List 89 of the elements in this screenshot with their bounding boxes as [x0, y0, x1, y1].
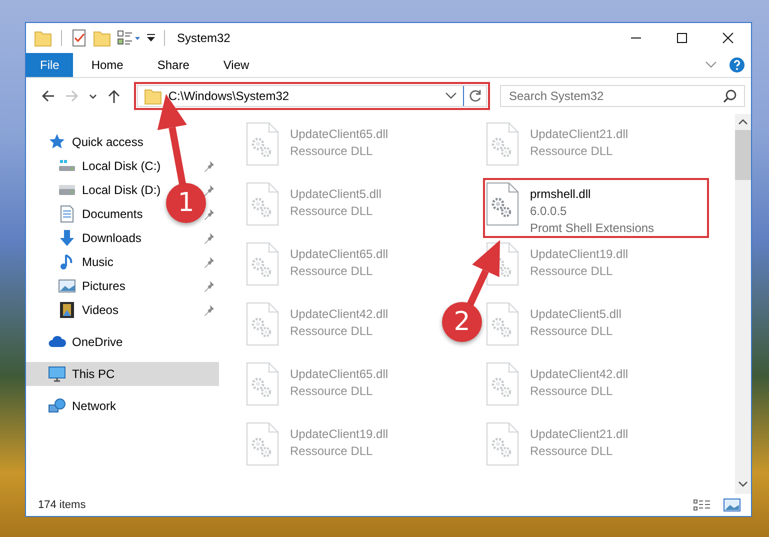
pin-icon[interactable] [203, 280, 215, 292]
window-title: System32 [177, 31, 230, 45]
pin-icon[interactable] [203, 208, 215, 220]
sidebar-item[interactable]: Music [26, 250, 219, 274]
settings-file-icon [486, 122, 520, 166]
file-name: prmshell.dll [530, 186, 592, 203]
sidebar-item[interactable]: Local Disk (C:) [26, 154, 219, 178]
pin-icon[interactable] [203, 256, 215, 268]
sidebar-item[interactable]: Downloads [26, 226, 219, 250]
large-icons-view-icon[interactable] [723, 498, 741, 512]
ribbon-tab[interactable]: Share [141, 53, 206, 77]
sidebar-item[interactable]: Videos [26, 298, 219, 322]
file-name: UpdateClient19.dll [290, 426, 388, 443]
file-detail: Ressource DLL [290, 263, 374, 280]
scrollbar[interactable] [735, 114, 751, 494]
caret-icon[interactable] [147, 34, 155, 42]
document-icon [58, 205, 76, 223]
folder-icon [144, 87, 162, 105]
maximize-icon [676, 32, 688, 44]
ribbon-tab[interactable]: Home [75, 53, 140, 77]
settings-file-icon [246, 422, 280, 466]
search-field[interactable]: Search System32 [500, 85, 745, 107]
file-detail: Ressource DLL [290, 203, 374, 220]
file-name: UpdateClient42.dll [530, 366, 628, 383]
settings-file-icon [486, 182, 520, 226]
file-name: UpdateClient65.dll [290, 246, 388, 263]
settings-file-icon [246, 302, 280, 346]
settings-file-icon [486, 422, 520, 466]
file-name: UpdateClient5.dll [290, 186, 382, 203]
item-count: 174 items [38, 499, 86, 511]
details-view-icon[interactable] [693, 498, 711, 512]
file-detail: Promt Shell Extensions [530, 220, 654, 237]
sidebar-item[interactable]: This PC [26, 362, 219, 386]
refresh-icon[interactable] [468, 89, 482, 103]
pin-icon[interactable] [203, 160, 215, 172]
file-detail: Ressource DLL [530, 143, 614, 160]
file-name: UpdateClient19.dll [530, 246, 628, 263]
pin-icon[interactable] [203, 184, 215, 196]
download-arrow-icon [58, 229, 76, 247]
pin-icon[interactable] [203, 304, 215, 316]
close-icon [722, 32, 734, 44]
file-name: UpdateClient65.dll [290, 366, 388, 383]
file-name: UpdateClient42.dll [290, 306, 388, 323]
help-icon[interactable] [729, 57, 745, 73]
file-detail: Ressource DLL [530, 383, 614, 400]
ribbon-tab[interactable]: View [207, 53, 266, 77]
file-detail: Ressource DLL [290, 143, 374, 160]
file-detail: Ressource DLL [290, 443, 374, 460]
settings-file-icon [246, 242, 280, 286]
sidebar-item[interactable]: Quick access [26, 130, 219, 154]
chevron-down-icon[interactable] [705, 61, 717, 69]
file-detail: Ressource DLL [530, 263, 614, 280]
file-detail: Ressource DLL [290, 323, 374, 340]
file-name: UpdateClient5.dll [530, 306, 622, 323]
annotation-arrow [466, 240, 500, 308]
search-icon[interactable] [723, 89, 737, 103]
scroll-up-icon[interactable] [738, 118, 748, 126]
back-arrow-icon [40, 88, 56, 104]
sidebar-item[interactable]: Pictures [26, 274, 219, 298]
layout-icon[interactable] [117, 30, 141, 46]
forward-arrow-icon [64, 88, 80, 104]
file-name: UpdateClient21.dll [530, 126, 628, 143]
file-name: UpdateClient21.dll [530, 426, 628, 443]
picture-icon [58, 277, 76, 295]
sidebar-item[interactable]: Network [26, 394, 219, 418]
address-field[interactable]: C:\Windows\System32 [137, 85, 487, 107]
settings-file-icon [246, 122, 280, 166]
settings-file-icon [486, 362, 520, 406]
scrollbar-thumb[interactable] [735, 130, 751, 180]
sidebar-item[interactable]: OneDrive [26, 330, 219, 354]
settings-file-icon [246, 362, 280, 406]
caret-icon [89, 94, 97, 98]
film-icon [58, 301, 76, 319]
file-detail: 6.0.0.5 [530, 203, 568, 220]
settings-file-icon [486, 302, 520, 346]
pin-icon[interactable] [203, 232, 215, 244]
dropdown-caret-icon[interactable] [445, 92, 457, 100]
file-detail: Ressource DLL [290, 383, 374, 400]
file-detail: Ressource DLL [530, 323, 614, 340]
file-detail: Ressource DLL [530, 443, 614, 460]
file-name: UpdateClient65.dll [290, 126, 388, 143]
scroll-down-icon[interactable] [738, 480, 748, 488]
properties-icon[interactable] [71, 29, 87, 47]
file-menu-tab[interactable]: File [26, 53, 74, 77]
computer-icon [48, 365, 66, 383]
address-path: C:\Windows\System32 [168, 89, 290, 103]
settings-file-icon [246, 182, 280, 226]
star-icon [48, 133, 66, 151]
up-arrow-icon [106, 88, 122, 104]
